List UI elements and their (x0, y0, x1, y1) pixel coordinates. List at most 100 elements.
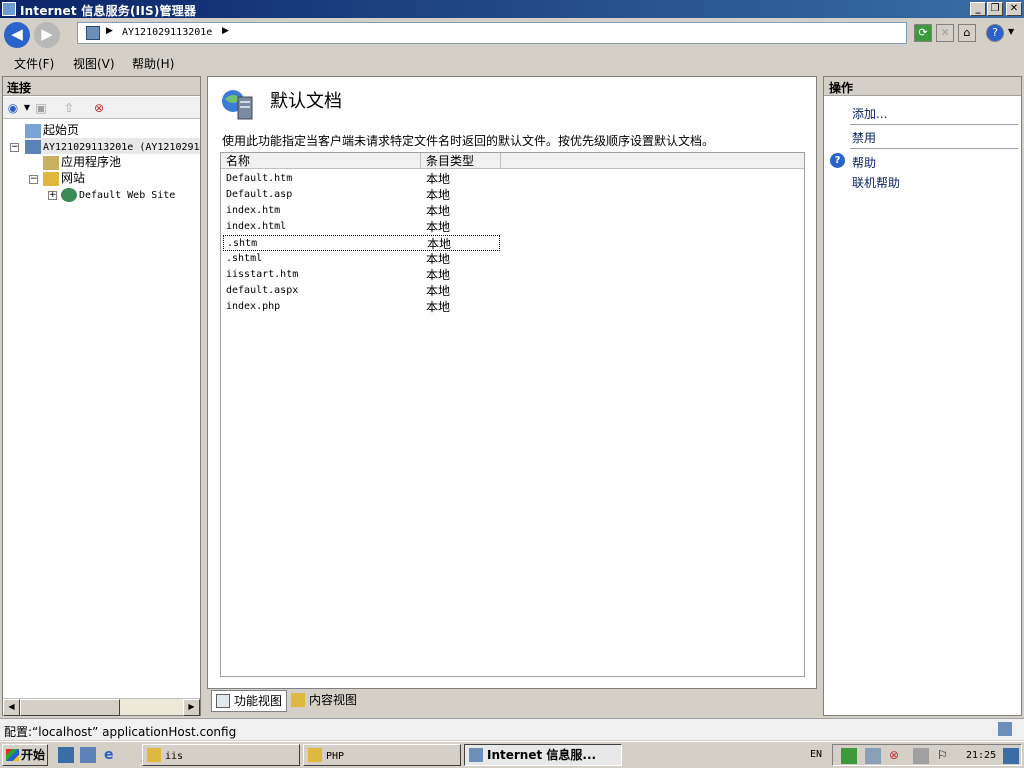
entry-type: 本地 (426, 252, 451, 266)
tree-item-sites[interactable]: 网站 (43, 170, 85, 186)
status-bar: 配置:“localhost” applicationHost.config (0, 718, 1024, 740)
stop-icon[interactable]: ✕ (936, 24, 954, 42)
list-row[interactable]: Default.htm 本地 (223, 171, 500, 187)
document-name: index.html (226, 221, 287, 232)
page-description: 使用此功能指定当客户端未请求特定文件名时返回的默认文件。按优先级顺序设置默认文档… (222, 134, 715, 148)
menu-file[interactable]: 文件(F) (14, 55, 54, 72)
internet-explorer-icon[interactable]: e (104, 747, 120, 763)
column-entry-type[interactable]: 条目类型 (421, 153, 501, 169)
help-icon[interactable]: ? (986, 24, 1004, 42)
safely-remove-icon[interactable] (865, 748, 881, 764)
list-row[interactable]: Default.asp 本地 (223, 187, 500, 203)
server-manager-icon[interactable] (80, 747, 96, 763)
tab-features-view[interactable]: 功能视图 (211, 690, 287, 712)
iis-manager-icon (469, 748, 483, 762)
breadcrumb-arrow-icon[interactable]: ▶ (222, 26, 229, 36)
scroll-right-icon[interactable]: ▶ (183, 699, 200, 716)
connections-toolbar: ◉ ▼ ▣ ⇧ ⊗ (3, 97, 200, 119)
list-header: 名称 条目类型 (221, 153, 804, 169)
action-help[interactable]: 帮助 (852, 154, 876, 171)
forward-button[interactable]: ▶ (34, 22, 60, 48)
tree-item-server[interactable]: AY121029113201e (AY1210291 (25, 138, 200, 154)
task-label: Internet 信息服... (487, 748, 597, 762)
list-row[interactable]: iisstart.htm 本地 (223, 267, 500, 283)
disconnect-icon[interactable]: ⊗ (91, 100, 107, 116)
collapse-sites-icon[interactable]: − (29, 175, 38, 184)
sites-folder-icon (43, 171, 59, 186)
folder-icon (147, 748, 161, 762)
task-php-folder[interactable]: PHP (303, 744, 461, 766)
tree-label: 起始页 (43, 123, 80, 137)
show-desktop-icon[interactable] (58, 747, 74, 763)
tree-item-start-page[interactable]: 起始页 (25, 122, 79, 138)
task-iis-folder[interactable]: iis (142, 744, 300, 766)
start-page-icon (25, 123, 41, 138)
show-desktop-icon[interactable] (1003, 748, 1019, 764)
column-name[interactable]: 名称 (221, 153, 421, 169)
entry-type: 本地 (426, 284, 451, 298)
monitor-icon[interactable] (913, 748, 929, 764)
horizontal-scrollbar[interactable]: ◀ ▶ (3, 698, 200, 716)
start-button[interactable]: 开始 (2, 744, 48, 766)
tab-content-view[interactable]: 内容视图 (287, 690, 367, 712)
network-icon[interactable] (841, 748, 857, 764)
scroll-left-icon[interactable]: ◀ (3, 699, 20, 716)
default-documents-list[interactable]: 名称 条目类型 Default.htm 本地 Default.asp 本地 index.… (220, 152, 805, 677)
up-level-icon[interactable]: ⇧ (61, 100, 77, 116)
tree-item-default-web-site[interactable]: Default Web Site (61, 186, 175, 202)
start-label: 开始 (21, 748, 46, 762)
list-row[interactable]: .shtml 本地 (223, 251, 500, 267)
home-icon[interactable]: ⌂ (958, 24, 976, 42)
save-icon[interactable]: ▣ (33, 100, 49, 116)
document-name: .shtml (226, 253, 263, 264)
tree-label: AY121029113201e (AY1210291 (43, 142, 200, 153)
tree-label: Default Web Site (79, 190, 176, 201)
tab-label: 内容视图 (309, 693, 358, 707)
expand-site-icon[interactable]: + (48, 191, 57, 200)
action-add[interactable]: 添加... (852, 105, 887, 122)
list-row[interactable]: index.php 本地 (223, 299, 500, 315)
language-indicator[interactable]: EN (810, 749, 822, 760)
address-bar[interactable]: ▶ AY121029113201e ▶ (77, 22, 907, 44)
content-view-icon (291, 693, 305, 707)
page-title: 默认文档 (270, 91, 342, 112)
entry-type: 本地 (426, 268, 451, 282)
tree-item-app-pools[interactable]: 应用程序池 (43, 154, 121, 170)
connections-pane: 连接 ◉ ▼ ▣ ⇧ ⊗ 起始页 − AY121029113201e (AY12… (2, 76, 201, 716)
entry-type: 本地 (427, 237, 452, 251)
close-button[interactable]: ✕ (1006, 2, 1022, 16)
restore-button[interactable]: ❐ (987, 2, 1003, 16)
server-status-icon (998, 722, 1012, 736)
document-name: iisstart.htm (226, 269, 299, 280)
feature-pane: 默认文档 使用此功能指定当客户端未请求特定文件名时返回的默认文件。按优先级顺序设… (207, 76, 817, 689)
breadcrumb-arrow-icon[interactable]: ▶ (106, 26, 113, 36)
collapse-server-icon[interactable]: − (10, 143, 19, 152)
breadcrumb-server[interactable]: AY121029113201e (122, 27, 212, 38)
list-row[interactable]: index.html 本地 (223, 219, 500, 235)
features-view-icon (216, 694, 230, 708)
volume-muted-icon[interactable]: ⊗ (889, 748, 905, 764)
list-row[interactable]: .shtm 本地 (223, 235, 500, 251)
server-icon (86, 26, 100, 40)
divider (850, 124, 1018, 125)
menu-help[interactable]: 帮助(H) (132, 55, 174, 72)
folder-icon (308, 748, 322, 762)
refresh-icon[interactable]: ⟳ (914, 24, 932, 42)
menu-view[interactable]: 视图(V) (73, 55, 115, 72)
back-button[interactable]: ◀ (4, 22, 30, 48)
entry-type: 本地 (426, 220, 451, 234)
task-iis-manager[interactable]: Internet 信息服... (464, 744, 622, 766)
document-name: Default.asp (226, 189, 293, 200)
minimize-button[interactable]: _ (970, 2, 986, 16)
system-tray: ⊗ ⚐ 21:25 (832, 744, 1022, 766)
action-disable[interactable]: 禁用 (852, 129, 876, 146)
clock[interactable]: 21:25 (966, 750, 996, 761)
list-row[interactable]: default.aspx 本地 (223, 283, 500, 299)
document-name: .shtm (227, 238, 258, 249)
list-row[interactable]: index.htm 本地 (223, 203, 500, 219)
action-center-flag-icon[interactable]: ⚐ (937, 748, 953, 764)
tree-label: 应用程序池 (61, 155, 122, 169)
action-online-help[interactable]: 联机帮助 (852, 174, 900, 191)
scroll-thumb[interactable] (20, 699, 120, 716)
help-dropdown-icon[interactable]: ▼ (1008, 27, 1014, 36)
